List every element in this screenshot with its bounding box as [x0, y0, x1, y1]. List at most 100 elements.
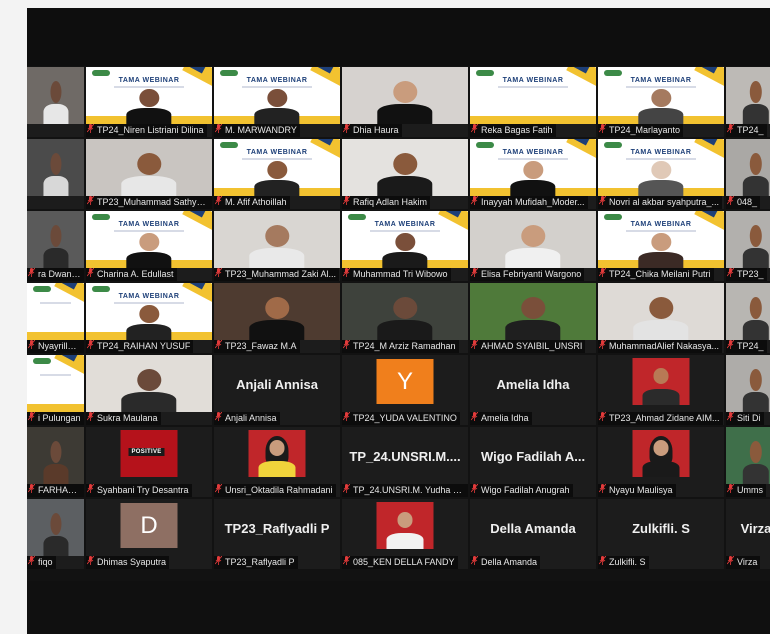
muted-mic-icon: [28, 268, 35, 277]
logo-icon: [92, 70, 110, 76]
participant-name: TP24_: [737, 125, 764, 135]
profile-photo: [632, 430, 690, 477]
logo-icon: [348, 214, 366, 220]
muted-mic-icon: [343, 412, 350, 421]
participant-name-label: Syahbani Try Desantra: [86, 484, 192, 497]
participant-tile[interactable]: i Pulungan: [27, 355, 84, 425]
muted-mic-icon: [727, 196, 734, 205]
participant-tile[interactable]: Anjali Annisa Anjali Annisa: [214, 355, 340, 425]
profile-photo: [248, 430, 306, 477]
participant-tile[interactable]: TP_24.UNSRI.M.... TP_24.UNSRI.M. Yudha W.…: [342, 427, 468, 497]
participant-tile[interactable]: ra Dwansyah...: [27, 211, 84, 281]
participant-tile[interactable]: FARHAN CAK...: [27, 427, 84, 497]
participant-video: [742, 225, 770, 268]
participant-tile[interactable]: AHMAD SYAIBIL_UNSRI: [470, 283, 596, 353]
participant-name: TP24_Marlayanto: [609, 125, 681, 135]
video-feed: [27, 427, 84, 484]
video-feed: [27, 139, 84, 196]
participant-tile[interactable]: Zulkifli. S Zulkifli. S: [598, 499, 724, 569]
participant-name-label: 048_: [726, 196, 761, 209]
participant-name-label: TP24_: [726, 124, 767, 137]
video-feed: [726, 355, 770, 412]
participant-tile[interactable]: TP23_Ahmad Zidane AIM...: [598, 355, 724, 425]
participant-tile[interactable]: Elisa Febriyanti Wargono: [470, 211, 596, 281]
participant-tile[interactable]: TP23_Muhammad Zaki Al...: [214, 211, 340, 281]
participant-tile[interactable]: POSITIVE Syahbani Try Desantra: [86, 427, 212, 497]
participant-video: [126, 232, 172, 268]
participant-tile[interactable]: Virza Virza: [726, 499, 770, 569]
virtual-background: TAMA WEBINAR: [86, 283, 212, 340]
participant-tile[interactable]: TAMA WEBINAR M. MARWANDRY: [214, 67, 340, 137]
participant-tile[interactable]: Umms: [726, 427, 770, 497]
participant-tile[interactable]: 085_KEN DELLA FANDY: [342, 499, 468, 569]
participant-video: [377, 153, 433, 196]
participant-tile[interactable]: Rafiq Adlan Hakim: [342, 139, 468, 209]
participant-tile[interactable]: TAMA WEBINAR TP24_Niren Listriani Dilina: [86, 67, 212, 137]
participant-tile[interactable]: Della Amanda Della Amanda: [470, 499, 596, 569]
participant-video: [254, 88, 300, 124]
logo-icon: [92, 214, 110, 220]
participant-tile[interactable]: MuhammadAlief Nakasya...: [598, 283, 724, 353]
muted-mic-icon: [28, 340, 35, 349]
virtual-background: [27, 283, 84, 340]
participant-tile[interactable]: TAMA WEBINAR TP24_RAIHAN YUSUF: [86, 283, 212, 353]
participant-tile[interactable]: Amelia Idha Amelia Idha: [470, 355, 596, 425]
participant-tile[interactable]: TP23_Fawaz M.A: [214, 283, 340, 353]
participant-tile[interactable]: [27, 139, 84, 209]
participant-tile[interactable]: TAMA WEBINAR Charina A. Edullast: [86, 211, 212, 281]
participant-tile[interactable]: Sukra Maulana: [86, 355, 212, 425]
muted-mic-icon: [28, 556, 35, 565]
participant-tile[interactable]: TAMA WEBINAR Inayyah Mufidah_Moder...: [470, 139, 596, 209]
participant-tile[interactable]: Siti Di: [726, 355, 770, 425]
participant-tile[interactable]: TP24_: [726, 67, 770, 137]
participant-video: [633, 297, 689, 340]
participant-video: [126, 88, 172, 124]
participant-tile[interactable]: TAMA WEBINAR M. Afif Athoillah: [214, 139, 340, 209]
participant-tile[interactable]: Wigo Fadilah A... Wigo Fadilah Anugrah: [470, 427, 596, 497]
participant-name-label: TP23_Muhammad Zaki Al...: [214, 268, 340, 281]
participant-video: [505, 225, 561, 268]
participant-tile[interactable]: D Dhimas Syaputra: [86, 499, 212, 569]
participant-name: M. MARWANDRY: [225, 125, 297, 135]
participant-tile[interactable]: TAMA WEBINAR TP24_Chika Meilani Putri: [598, 211, 724, 281]
logo-icon: [33, 286, 51, 292]
participant-tile[interactable]: TP24_M Arziz Ramadhan: [342, 283, 468, 353]
muted-mic-icon: [343, 196, 350, 205]
participant-video: [121, 153, 177, 196]
participant-name: TP23_Muhammad Zaki Al...: [225, 269, 337, 279]
participant-name: TP24_RAIHAN YUSUF: [97, 341, 191, 351]
participant-video: [742, 81, 770, 124]
profile-photo: POSITIVE: [120, 430, 178, 477]
muted-mic-icon: [343, 124, 350, 133]
participant-tile[interactable]: [27, 67, 84, 137]
participant-tile[interactable]: TP24_: [726, 283, 770, 353]
muted-mic-icon: [87, 340, 94, 349]
video-feed: [726, 283, 770, 340]
participant-name: Dhimas Syaputra: [97, 557, 167, 567]
participant-name-label: i Pulungan: [27, 412, 84, 425]
participant-tile[interactable]: TAMA WEBINAR Muhammad Tri Wibowo: [342, 211, 468, 281]
participant-tile[interactable]: Unsri_Oktadila Rahmadani: [214, 427, 340, 497]
participant-tile[interactable]: Dhia Haura: [342, 67, 468, 137]
video-feed: [342, 67, 468, 124]
participant-name-label: Unsri_Oktadila Rahmadani: [214, 484, 336, 497]
muted-mic-icon: [87, 124, 94, 133]
participant-tile[interactable]: TP23_: [726, 211, 770, 281]
muted-mic-icon: [471, 124, 478, 133]
participant-name: Rafiq Adlan Hakim: [353, 197, 428, 207]
participant-tile[interactable]: TAMA WEBINAR Reka Bagas Fatih: [470, 67, 596, 137]
participant-tile[interactable]: 048_: [726, 139, 770, 209]
participant-name: Sukra Maulana: [97, 413, 158, 423]
participant-name-label: Della Amanda: [470, 556, 541, 569]
muted-mic-icon: [215, 412, 222, 421]
participant-tile[interactable]: TAMA WEBINAR TP24_Marlayanto: [598, 67, 724, 137]
participant-tile[interactable]: Nyayrilla_Unsri: [27, 283, 84, 353]
virtual-background: TAMA WEBINAR: [86, 67, 212, 124]
participant-tile[interactable]: TAMA WEBINAR Novri al akbar syahputra_...: [598, 139, 724, 209]
participant-tile[interactable]: Nyayu Maulisya: [598, 427, 724, 497]
participant-tile[interactable]: fiqo: [27, 499, 84, 569]
muted-mic-icon: [87, 196, 94, 205]
participant-tile[interactable]: TP23_Muhammad Sathya...: [86, 139, 212, 209]
participant-tile[interactable]: Y TP24_YUDA VALENTINO: [342, 355, 468, 425]
participant-tile[interactable]: TP23_Raflyadli P TP23_Raflyadli P: [214, 499, 340, 569]
